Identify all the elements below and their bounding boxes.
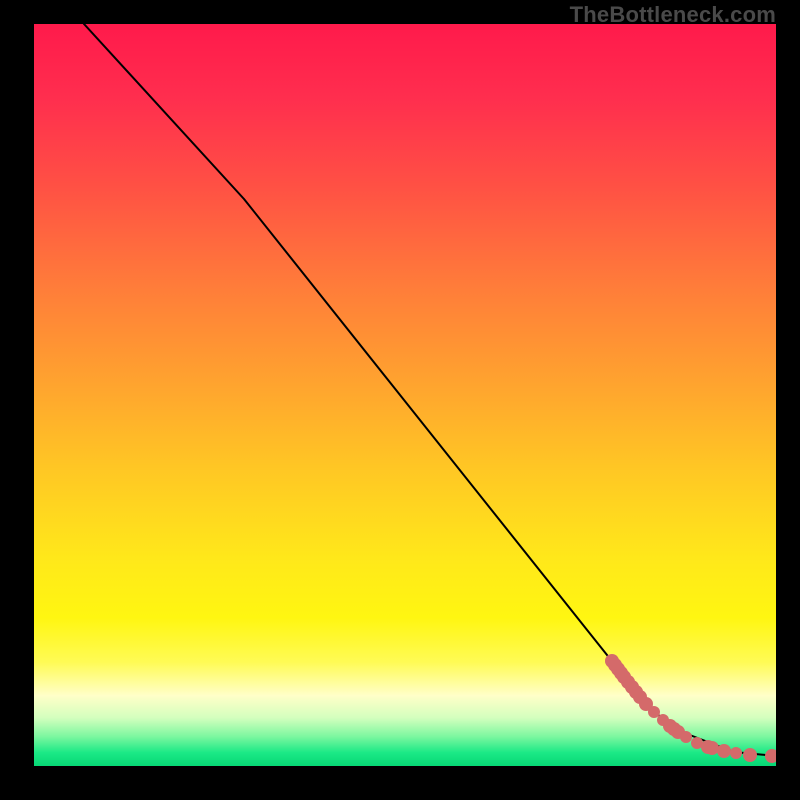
data-marker [717, 744, 731, 758]
gradient-background [34, 24, 776, 766]
plot-area [34, 24, 776, 766]
chart-frame: TheBottleneck.com [0, 0, 800, 800]
data-marker [743, 748, 757, 762]
data-marker [648, 706, 660, 718]
data-marker [730, 747, 742, 759]
data-marker [680, 731, 692, 743]
chart-svg [34, 24, 776, 766]
data-marker [705, 741, 719, 755]
